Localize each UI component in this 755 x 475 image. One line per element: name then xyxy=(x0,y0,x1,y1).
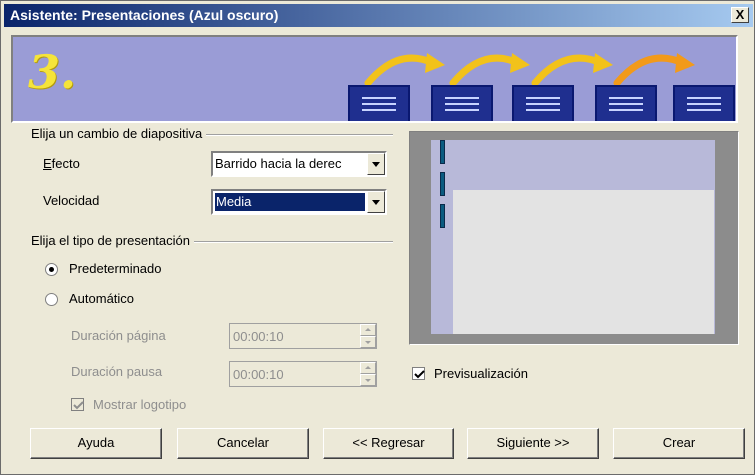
slide-icon xyxy=(673,85,735,121)
speed-label: Velocidad xyxy=(43,193,100,208)
pause-duration-label: Duración pausa xyxy=(71,364,163,379)
decrement-icon[interactable] xyxy=(360,336,376,348)
preview-bullet xyxy=(440,172,445,196)
increment-icon[interactable] xyxy=(360,324,376,336)
automatic-radio[interactable] xyxy=(45,293,58,306)
create-button[interactable]: Crear xyxy=(613,428,745,459)
default-radio-label[interactable]: Predeterminado xyxy=(69,261,162,276)
type-group-title: Elija el tipo de presentación xyxy=(31,233,194,248)
pause-duration-spinner[interactable]: 00:00:10 xyxy=(229,361,377,387)
preview-bullet xyxy=(440,204,445,228)
chevron-down-icon[interactable] xyxy=(367,191,385,213)
default-radio[interactable] xyxy=(45,263,58,276)
pause-duration-value: 00:00:10 xyxy=(233,367,284,382)
slide-icon xyxy=(595,85,657,121)
show-logo-label[interactable]: Mostrar logotipo xyxy=(93,397,186,412)
effect-label: Efecto xyxy=(43,156,80,171)
close-button[interactable]: X xyxy=(731,7,749,23)
decrement-icon[interactable] xyxy=(360,374,376,386)
help-button[interactable]: Ayuda xyxy=(30,428,162,459)
wizard-dialog: Asistente: Presentaciones (Azul oscuro) … xyxy=(0,0,755,475)
preview-checkbox-label[interactable]: Previsualización xyxy=(434,366,528,381)
show-logo-checkbox[interactable] xyxy=(71,398,84,411)
effect-select[interactable]: Barrido hacia la derec xyxy=(211,151,387,177)
page-duration-label: Duración página xyxy=(71,328,166,343)
preview-bullet xyxy=(440,140,445,164)
automatic-radio-label[interactable]: Automático xyxy=(69,291,134,306)
increment-icon[interactable] xyxy=(360,362,376,374)
back-button[interactable]: << Regresar xyxy=(323,428,454,459)
effect-value: Barrido hacia la derec xyxy=(215,156,342,171)
speed-select[interactable]: Media xyxy=(211,189,387,215)
transition-group-title: Elija un cambio de diapositiva xyxy=(31,126,207,141)
preview-pane xyxy=(409,131,739,345)
cancel-button[interactable]: Cancelar xyxy=(177,428,309,459)
checkmark-icon xyxy=(414,370,425,379)
page-duration-value: 00:00:10 xyxy=(233,329,284,344)
slide-icon xyxy=(348,85,410,121)
next-button[interactable]: Siguiente >> xyxy=(467,428,599,459)
slide-icon xyxy=(512,85,574,121)
step-banner: 3. xyxy=(11,35,738,123)
slide-icon xyxy=(431,85,493,121)
page-duration-spinner[interactable]: 00:00:10 xyxy=(229,323,377,349)
chevron-down-icon[interactable] xyxy=(367,153,385,175)
preview-checkbox[interactable] xyxy=(412,367,425,380)
window-title: Asistente: Presentaciones (Azul oscuro) xyxy=(10,7,279,23)
checkmark-icon xyxy=(73,401,84,410)
speed-value: Media xyxy=(215,193,365,211)
preview-slide-body xyxy=(453,190,714,334)
title-bar[interactable]: Asistente: Presentaciones (Azul oscuro) … xyxy=(4,4,753,27)
